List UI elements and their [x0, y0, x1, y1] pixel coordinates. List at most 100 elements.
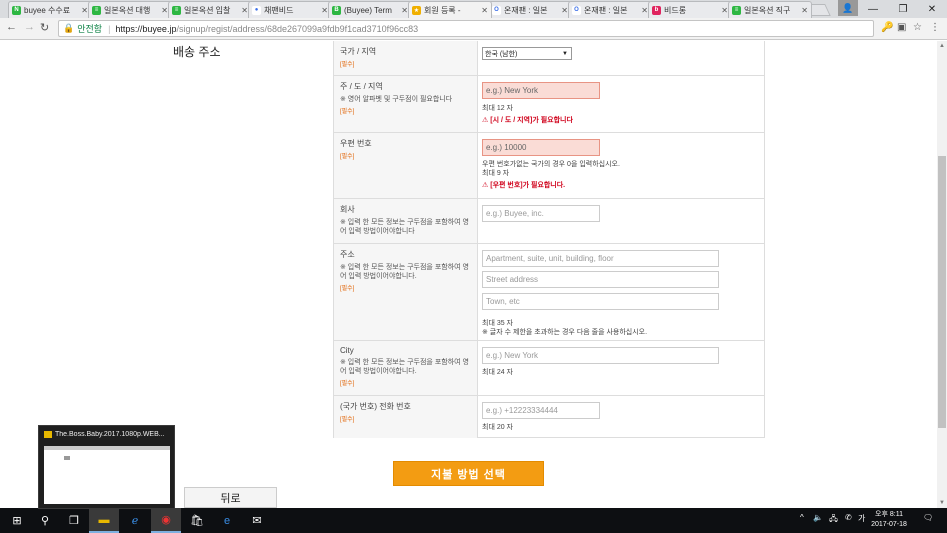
ime-indicator[interactable]: 가: [858, 513, 865, 524]
browser-tab[interactable]: ≡ 일본옥션 대행 ✕: [88, 1, 172, 18]
tab-close-icon[interactable]: ✕: [481, 6, 488, 15]
notification-icon[interactable]: 🗨: [923, 513, 933, 522]
address-line2-input[interactable]: Street address: [482, 271, 719, 288]
clock[interactable]: 오후 8:11 2017-07-18: [870, 510, 908, 530]
close-window-icon[interactable]: ✕: [917, 0, 947, 18]
scroll-up-arrow-icon[interactable]: ▲: [937, 41, 947, 51]
address-bar: ← → ↻ 🔒 안전함 | https://buyee.jp/signup/re…: [0, 18, 947, 40]
maximize-icon[interactable]: ❐: [888, 0, 918, 18]
star-icon[interactable]: ☆: [913, 22, 922, 33]
menu-icon[interactable]: ⋮: [930, 22, 940, 33]
postal-input[interactable]: e.g.) 10000: [482, 139, 600, 156]
country-field-cell: 한국 (남한) ▼: [482, 41, 764, 75]
phone-field-cell: e.g.) +12223334444 최대 20 자: [482, 396, 764, 438]
tab-close-icon[interactable]: ✕: [401, 6, 408, 15]
browser-tab[interactable]: b 비드롱 ✕: [648, 1, 732, 18]
phone-label-cell: (국가 번호) 전화 번호 [필수]: [334, 396, 478, 438]
company-label-cell: 회사 ※ 입력 한 모든 정보는 구두점을 포함하여 영어 입력 방법이어야합니…: [334, 199, 478, 243]
tab-title: 일본옥션 직구: [744, 5, 791, 15]
back-arrow-icon[interactable]: ←: [6, 21, 17, 33]
tab-favicon-icon: ≡: [92, 5, 101, 15]
tab-close-icon[interactable]: ✕: [161, 6, 168, 15]
required-tag: [필수]: [340, 154, 355, 160]
tab-favicon-icon: ●: [252, 5, 261, 15]
scrollbar-thumb[interactable]: [938, 156, 946, 428]
browser-tab[interactable]: O 온재팬 : 일본 ✕: [488, 1, 572, 18]
translate-icon[interactable]: ▣: [897, 22, 906, 33]
chrome-icon[interactable]: ◉: [151, 508, 181, 533]
scroll-down-arrow-icon[interactable]: ▼: [937, 498, 947, 508]
tab-title: 일본옥션 입찰: [184, 5, 231, 15]
browser-tab[interactable]: B (Buyee) Term ✕: [328, 1, 412, 18]
store-icon[interactable]: 🛍: [182, 508, 212, 533]
tab-close-icon[interactable]: ✕: [721, 6, 728, 15]
tab-close-icon[interactable]: ✕: [801, 6, 808, 15]
key-icon[interactable]: 🔑: [881, 22, 893, 33]
state-input[interactable]: e.g.) New York: [482, 82, 600, 99]
address-line1-input[interactable]: Apartment, suite, unit, building, floor: [482, 250, 719, 267]
country-row: 국가 / 지역 [필수] 한국 (남한) ▼: [334, 41, 764, 75]
city-input[interactable]: e.g.) New York: [482, 347, 719, 364]
windows-start-icon[interactable]: ⊞: [2, 508, 32, 533]
city-row: City ※ 입력 한 모든 정보는 구두점을 포함하여 영어 입력 방법이어야…: [334, 340, 764, 395]
tab-close-icon[interactable]: ✕: [641, 6, 648, 15]
state-label: 주 / 도 / 지역: [340, 82, 383, 91]
country-label-cell: 국가 / 지역 [필수]: [334, 41, 478, 75]
address-form: 국가 / 지역 [필수] 한국 (남한) ▼ 주 / 도 / 지역 ※ 영어 알파…: [333, 41, 765, 438]
edge-icon[interactable]: e: [212, 508, 242, 533]
browser-tab[interactable]: ● 채팬비드 ✕: [248, 1, 332, 18]
phone-input[interactable]: e.g.) +12223334444: [482, 402, 600, 419]
postal-error-text: [우편 번호]가 필요합니다.: [490, 182, 566, 189]
address-label-cell: 주소 ※ 입력 한 모든 정보는 구두점을 포함하여 영어 입력 방법이어야합니…: [334, 244, 478, 340]
postal-field-cell: e.g.) 10000 우편 번호가없는 국가의 경우 0을 입력하십시오. 최…: [482, 133, 764, 198]
tab-close-icon[interactable]: ✕: [561, 6, 568, 15]
browser-tab[interactable]: ★ 회원 등록 - ✕: [408, 1, 492, 18]
tab-close-icon[interactable]: ✕: [81, 6, 88, 15]
address-note: ※ 입력 한 모든 정보는 구두점을 포함하여 영어 입력 방법이어야합니다.: [340, 264, 469, 280]
clock-date: 2017-07-18: [871, 521, 907, 528]
required-tag: [필수]: [340, 62, 355, 68]
network-icon[interactable]: 🖧: [829, 513, 838, 527]
tab-close-icon[interactable]: ✕: [241, 6, 248, 15]
mail-icon[interactable]: ✉: [242, 508, 272, 533]
volume-icon[interactable]: 🔈: [813, 513, 823, 522]
select-payment-button[interactable]: 지불 방법 선택: [393, 461, 544, 486]
company-note: ※ 입력 한 모든 정보는 구두점을 포함하여 영어 입력 방법이어야합니다: [340, 219, 469, 235]
reload-icon[interactable]: ↻: [40, 21, 49, 34]
secure-label: 안전함: [77, 24, 103, 34]
preview-thumbnail: [44, 446, 170, 504]
city-label-cell: City ※ 입력 한 모든 정보는 구두점을 포함하여 영어 입력 방법이어야…: [334, 341, 478, 395]
browser-tab[interactable]: ≡ 일본옥션 직구 ✕: [728, 1, 812, 18]
back-button[interactable]: 뒤로: [184, 487, 277, 508]
url-text: https://buyee.jp/signup/regist/address/6…: [115, 24, 418, 34]
taskbar-preview[interactable]: The.Boss.Baby.2017.1080p.WEB...: [38, 425, 175, 509]
search-icon[interactable]: ⚲: [30, 508, 60, 533]
address-row: 주소 ※ 입력 한 모든 정보는 구두점을 포함하여 영어 입력 방법이어야합니…: [334, 243, 764, 340]
minimize-icon[interactable]: —: [858, 0, 888, 18]
tab-favicon-icon: ≡: [732, 5, 741, 15]
file-explorer-icon[interactable]: ▬: [89, 508, 119, 533]
required-tag: [필수]: [340, 286, 355, 292]
wifi-icon[interactable]: ✆: [845, 513, 852, 522]
user-profile-icon[interactable]: 👤: [838, 0, 858, 16]
forward-arrow-icon[interactable]: →: [24, 21, 35, 33]
browser-tab[interactable]: ≡ 일본옥션 입찰 ✕: [168, 1, 252, 18]
tab-title: 온재팬 : 일본: [504, 5, 548, 15]
address-label: 주소: [340, 250, 355, 259]
company-input[interactable]: e.g.) Buyee, inc.: [482, 205, 600, 222]
browser-tab[interactable]: Nbuyee 수수료 ✕: [8, 1, 92, 18]
tab-title: 일본옥션 대행: [104, 5, 151, 15]
tray-chevron-icon[interactable]: ^: [800, 513, 804, 522]
country-select[interactable]: 한국 (남한) ▼: [482, 47, 572, 60]
state-label-cell: 주 / 도 / 지역 ※ 영어 알파벳 및 구두점이 필요합니다 [필수]: [334, 76, 478, 132]
tab-close-icon[interactable]: ✕: [321, 6, 328, 15]
postal-row: 우편 번호 [필수] e.g.) 10000 우편 번호가없는 국가의 경우 0…: [334, 132, 764, 198]
internet-explorer-icon[interactable]: ℯ: [120, 508, 150, 533]
tab-title: 비드롱: [664, 5, 687, 15]
postal-label: 우편 번호: [340, 139, 372, 148]
browser-tab[interactable]: O 온재팬 : 일본 ✕: [568, 1, 652, 18]
task-view-icon[interactable]: ❐: [59, 508, 89, 533]
tab-strip: 👤 — ❐ ✕ Nbuyee 수수료 ✕ ≡ 일본옥션 대행 ✕ ≡ 일본옥션 입찰 ✕ ● 채팬…: [0, 0, 947, 18]
address-line3-input[interactable]: Town, etc: [482, 293, 719, 310]
url-input[interactable]: 🔒 안전함 | https://buyee.jp/signup/regist/a…: [58, 20, 874, 37]
